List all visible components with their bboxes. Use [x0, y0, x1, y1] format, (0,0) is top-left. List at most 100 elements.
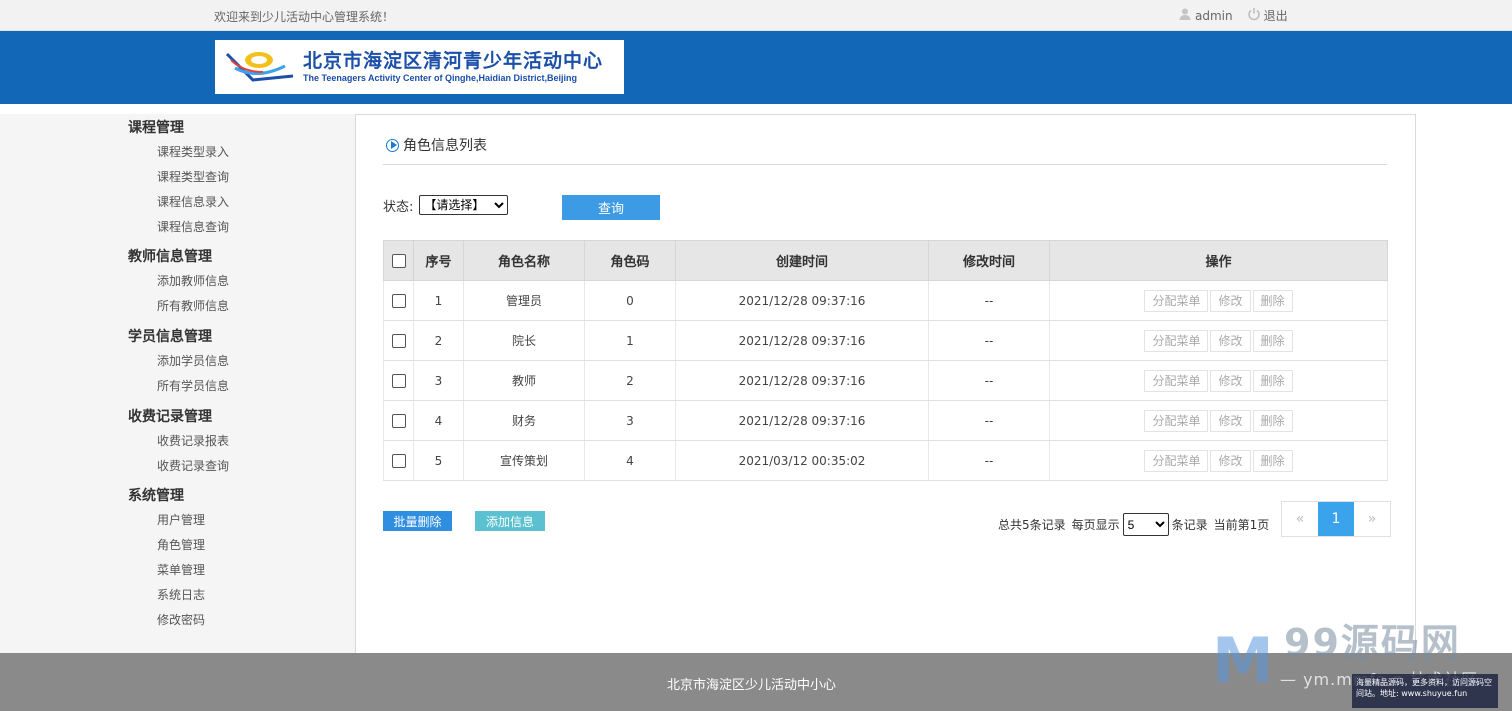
edit-button[interactable]: 修改 — [1210, 369, 1251, 392]
cell-actions: 分配菜单 修改 删除 — [1049, 440, 1388, 481]
cell-role-name: 管理员 — [463, 280, 585, 321]
sidebar-group-system: 系统管理 用户管理 角色管理 菜单管理 系统日志 修改密码 — [128, 484, 205, 633]
header-no: 序号 — [413, 240, 464, 281]
play-arrow-icon — [386, 138, 399, 152]
user-box: admin 退出 — [1178, 7, 1288, 24]
logout-link[interactable]: 退出 — [1247, 7, 1288, 24]
sidebar-item-fee-query[interactable]: 收费记录查询 — [128, 454, 229, 479]
sidebar-item-change-password[interactable]: 修改密码 — [128, 608, 205, 633]
total-records: 总共5条记录 — [998, 518, 1066, 532]
row-checkbox-cell — [383, 400, 414, 441]
power-icon — [1247, 7, 1261, 24]
welcome-text: 欢迎来到少儿活动中心管理系统！ — [214, 10, 395, 24]
edit-button[interactable]: 修改 — [1210, 289, 1251, 312]
delete-button[interactable]: 删除 — [1252, 289, 1293, 312]
sidebar-item-add-teacher[interactable]: 添加教师信息 — [128, 269, 229, 294]
edit-button[interactable]: 修改 — [1210, 329, 1251, 352]
logo-chinese: 北京市海淀区清河青少年活动中心 — [303, 50, 604, 72]
status-label: 状态: — [383, 199, 414, 215]
assign-menu-button[interactable]: 分配菜单 — [1144, 289, 1209, 312]
sidebar-item-all-teachers[interactable]: 所有教师信息 — [128, 294, 229, 319]
add-info-button[interactable]: 添加信息 — [475, 511, 545, 531]
row-checkbox[interactable] — [391, 453, 406, 468]
assign-menu-button[interactable]: 分配菜单 — [1144, 369, 1209, 392]
edit-button[interactable]: 修改 — [1210, 409, 1251, 432]
row-checkbox[interactable] — [391, 333, 406, 348]
header-role-name: 角色名称 — [463, 240, 585, 281]
footer: 北京市海淀区少儿活动中小心 — [0, 653, 1512, 711]
sidebar-group-student: 学员信息管理 添加学员信息 所有学员信息 — [128, 325, 229, 399]
cell-modified: -- — [928, 400, 1050, 441]
table-row: 5 宣传策划 4 2021/03/12 00:35:02 -- 分配菜单 修改 删除 — [383, 440, 1388, 481]
sidebar: 课程管理 课程类型录入 课程类型查询 课程信息录入 课程信息查询 教师信息管理 … — [0, 114, 355, 653]
batch-delete-button[interactable]: 批量删除 — [383, 511, 452, 531]
delete-button[interactable]: 删除 — [1252, 369, 1293, 392]
prev-page-button[interactable]: « — [1282, 502, 1318, 536]
assign-menu-button[interactable]: 分配菜单 — [1144, 409, 1209, 432]
sidebar-item-course-info-query[interactable]: 课程信息查询 — [128, 215, 229, 240]
sidebar-item-course-type-entry[interactable]: 课程类型录入 — [128, 140, 229, 165]
status-select[interactable]: 【请选择】 — [419, 195, 509, 215]
assign-menu-button[interactable]: 分配菜单 — [1144, 329, 1209, 352]
sidebar-group-fee: 收费记录管理 收费记录报表 收费记录查询 — [128, 405, 229, 479]
edit-button[interactable]: 修改 — [1210, 449, 1251, 472]
page-1-button[interactable]: 1 — [1318, 502, 1354, 536]
pagination-info: 总共5条记录 每页显示 5 条记录 当前第1页 — [998, 513, 1269, 536]
sidebar-group-title: 系统管理 — [128, 488, 184, 504]
cell-role-code: 3 — [584, 400, 676, 441]
sidebar-item-add-student[interactable]: 添加学员信息 — [128, 349, 229, 374]
main-panel: 角色信息列表 状态: 【请选择】 查询 序号 角色名称 角色码 创建时间 修改时… — [355, 114, 1416, 653]
next-page-button[interactable]: » — [1354, 502, 1390, 536]
current-page-text: 当前第1页 — [1213, 518, 1270, 532]
sidebar-group-teacher: 教师信息管理 添加教师信息 所有教师信息 — [128, 245, 229, 319]
assign-menu-button[interactable]: 分配菜单 — [1144, 449, 1209, 472]
row-checkbox[interactable] — [391, 293, 406, 308]
title-divider — [383, 164, 1387, 165]
select-all-checkbox[interactable] — [391, 253, 406, 268]
page-title-text: 角色信息列表 — [403, 138, 487, 154]
cell-actions: 分配菜单 修改 删除 — [1049, 280, 1388, 321]
header-actions: 操作 — [1049, 240, 1388, 281]
page-title: 角色信息列表 — [386, 135, 487, 155]
cell-role-code: 2 — [584, 360, 676, 401]
sidebar-item-role-management[interactable]: 角色管理 — [128, 533, 205, 558]
sidebar-item-fee-report[interactable]: 收费记录报表 — [128, 429, 229, 454]
per-page-select[interactable]: 5 — [1122, 513, 1169, 536]
table-row: 2 院长 1 2021/12/28 09:37:16 -- 分配菜单 修改 删除 — [383, 320, 1388, 361]
header-banner: 北京市海淀区清河青少年活动中心 The Teenagers Activity C… — [0, 31, 1512, 104]
row-checkbox[interactable] — [391, 413, 406, 428]
delete-button[interactable]: 删除 — [1252, 449, 1293, 472]
cell-actions: 分配菜单 修改 删除 — [1049, 400, 1388, 441]
username: admin — [1195, 8, 1233, 23]
cell-role-name: 宣传策划 — [463, 440, 585, 481]
header-modified: 修改时间 — [928, 240, 1050, 281]
cell-modified: -- — [928, 280, 1050, 321]
per-page-unit: 条记录 — [1171, 518, 1208, 532]
logout-label: 退出 — [1263, 9, 1288, 23]
row-checkbox[interactable] — [391, 373, 406, 388]
delete-button[interactable]: 删除 — [1252, 409, 1293, 432]
top-bar: 欢迎来到少儿活动中心管理系统！ admin 退出 — [0, 0, 1512, 31]
sidebar-item-course-info-entry[interactable]: 课程信息录入 — [128, 190, 229, 215]
sidebar-group-title: 教师信息管理 — [128, 249, 212, 265]
cell-actions: 分配菜单 修改 删除 — [1049, 320, 1388, 361]
table-row: 4 财务 3 2021/12/28 09:37:16 -- 分配菜单 修改 删除 — [383, 400, 1388, 441]
sidebar-item-system-log[interactable]: 系统日志 — [128, 583, 205, 608]
cell-modified: -- — [928, 360, 1050, 401]
sidebar-item-user-management[interactable]: 用户管理 — [128, 508, 205, 533]
cell-created: 2021/12/28 09:37:16 — [675, 320, 929, 361]
table-header-row: 序号 角色名称 角色码 创建时间 修改时间 操作 — [383, 240, 1388, 281]
sidebar-group-title: 课程管理 — [128, 120, 184, 136]
row-checkbox-cell — [383, 320, 414, 361]
user-icon — [1178, 7, 1192, 24]
footer-text: 北京市海淀区少儿活动中小心 — [667, 678, 837, 693]
cell-no: 1 — [413, 280, 464, 321]
sidebar-group-title: 收费记录管理 — [128, 409, 212, 425]
cell-role-name: 财务 — [463, 400, 585, 441]
sidebar-item-menu-management[interactable]: 菜单管理 — [128, 558, 205, 583]
cell-role-code: 1 — [584, 320, 676, 361]
sidebar-item-all-students[interactable]: 所有学员信息 — [128, 374, 229, 399]
sidebar-item-course-type-query[interactable]: 课程类型查询 — [128, 165, 229, 190]
delete-button[interactable]: 删除 — [1252, 329, 1293, 352]
query-button[interactable]: 查询 — [562, 195, 660, 220]
